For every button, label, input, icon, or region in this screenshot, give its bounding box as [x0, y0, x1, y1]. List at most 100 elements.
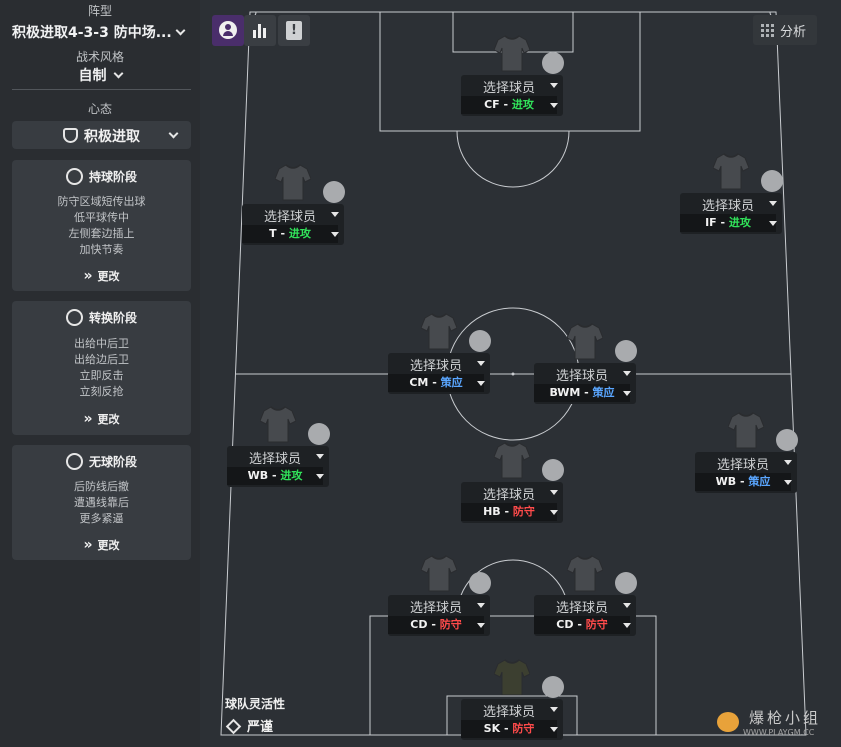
role-duty[interactable]: T - 进攻 — [242, 225, 338, 243]
dropdown-arrow-icon — [623, 603, 631, 608]
role-label: CD — [410, 618, 428, 631]
mentality-value: 积极进取 — [84, 129, 140, 145]
change-label: 更改 — [97, 270, 120, 283]
role-label: CM — [409, 376, 429, 389]
shirt-icon[interactable] — [493, 34, 531, 72]
divider — [12, 89, 191, 90]
select-player-label: 选择球员 — [701, 199, 754, 214]
shirt-icon[interactable] — [493, 658, 531, 696]
player-status-dot — [542, 676, 564, 698]
watermark: 爆枪小组 WWW.PLAYGM.CC — [711, 706, 835, 742]
select-player-label: 选择球员 — [263, 210, 316, 225]
player-selector[interactable]: 选择球员 CF - 进攻 — [461, 75, 563, 116]
duty-label: 进攻 — [288, 227, 311, 240]
player-selector[interactable]: 选择球员 CM - 策应 — [388, 353, 490, 394]
player-selector[interactable]: 选择球员 SK - 防守 — [461, 699, 563, 740]
dropdown-arrow-icon — [550, 707, 558, 712]
player-selector[interactable]: 选择球员 CD - 防守 — [388, 595, 490, 636]
role-duty[interactable]: WB - 进攻 — [227, 467, 323, 485]
role-duty[interactable]: CD - 防守 — [388, 616, 484, 634]
instruction-line: 后防线后撤 — [74, 480, 129, 493]
player-selector[interactable]: 选择球员 T - 进攻 — [242, 204, 344, 245]
instruction-line: 低平球传中 — [74, 211, 129, 224]
alert-icon: ! — [286, 21, 302, 40]
shirt-icon[interactable] — [420, 312, 458, 350]
team-fluidity: 球队灵活性 严谨 — [225, 695, 285, 735]
tactical-style-dropdown[interactable]: 自制 — [0, 65, 200, 85]
mentality-dropdown[interactable]: 积极进取 — [12, 121, 191, 149]
shield-icon — [63, 127, 78, 143]
role-duty[interactable]: CD - 防守 — [534, 616, 630, 634]
instruction-line: 左侧套边插上 — [68, 227, 135, 240]
dropdown-arrow-icon — [550, 490, 558, 495]
shirt-icon[interactable] — [420, 554, 458, 592]
player-status-dot — [542, 459, 564, 481]
dropdown-arrow-icon — [331, 212, 339, 217]
dropdown-arrow-icon — [769, 201, 777, 206]
player-selector[interactable]: 选择球员 WB - 策应 — [695, 452, 797, 493]
dropdown-arrow-icon — [477, 603, 485, 608]
instruction-line: 立刻反抢 — [79, 385, 124, 398]
dropdown-arrow-icon — [550, 103, 558, 108]
shirt-icon[interactable] — [566, 322, 604, 360]
player-selector[interactable]: 选择球员 WB - 进攻 — [227, 446, 329, 487]
player-status-dot — [469, 330, 491, 352]
role-label: CF — [484, 98, 500, 111]
transition-icon — [65, 309, 83, 326]
alert-view-button[interactable]: ! — [278, 15, 310, 46]
dropdown-arrow-icon — [550, 510, 558, 515]
chevron-down-icon[interactable] — [175, 25, 186, 36]
select-player-label: 选择球员 — [409, 601, 462, 616]
fluidity-label: 球队灵活性 — [225, 697, 286, 711]
player-selector[interactable]: 选择球员 CD - 防守 — [534, 595, 636, 636]
dropdown-arrow-icon — [784, 480, 792, 485]
role-duty[interactable]: HB - 防守 — [461, 503, 557, 521]
change-button[interactable]: » 更改 — [12, 537, 191, 553]
role-duty[interactable]: SK - 防守 — [461, 720, 557, 738]
role-duty[interactable]: CM - 策应 — [388, 374, 484, 392]
shirt-icon[interactable] — [712, 152, 750, 190]
player-status-dot — [776, 429, 798, 451]
shirt-icon[interactable] — [493, 441, 531, 479]
analysis-button[interactable]: 分析 — [753, 15, 817, 45]
select-player-label: 选择球员 — [409, 359, 462, 374]
analysis-label: 分析 — [780, 25, 807, 40]
watermark-url: WWW.PLAYGM.CC — [743, 728, 815, 737]
player-selector[interactable]: 选择球员 HB - 防守 — [461, 482, 563, 523]
change-button[interactable]: » 更改 — [12, 268, 191, 284]
role-duty[interactable]: CF - 进攻 — [461, 96, 557, 114]
double-chevron-icon: » — [83, 537, 93, 553]
select-player-label: 选择球员 — [555, 601, 608, 616]
change-button[interactable]: » 更改 — [12, 411, 191, 427]
select-player-label: 选择球员 — [716, 458, 769, 473]
grid-icon — [761, 24, 774, 37]
role-duty[interactable]: BWM - 策应 — [534, 384, 630, 402]
shirt-icon[interactable] — [274, 163, 312, 201]
tactical-style-value: 自制 — [78, 68, 107, 84]
dropdown-arrow-icon — [623, 623, 631, 628]
transition-card: 转换阶段 出给中后卫 出给边后卫 立即反击 立刻反抢 » 更改 — [12, 301, 191, 435]
role-label: SK — [483, 722, 501, 735]
tactical-style-label: 战术风格 — [75, 50, 124, 64]
player-view-button[interactable] — [212, 15, 244, 46]
dropdown-arrow-icon — [623, 391, 631, 396]
stats-view-button[interactable] — [244, 15, 276, 46]
formation-dropdown[interactable]: 积极进取4-3-3 防中场... — [12, 22, 172, 42]
role-label: HB — [483, 505, 501, 518]
shirt-icon[interactable] — [727, 411, 765, 449]
duty-label: 进攻 — [511, 98, 534, 111]
dropdown-arrow-icon — [331, 232, 339, 237]
mascot-logo — [717, 712, 739, 732]
duty-label: 防守 — [512, 722, 535, 735]
role-duty[interactable]: WB - 策应 — [695, 473, 791, 491]
player-selector[interactable]: 选择球员 IF - 进攻 — [680, 193, 782, 234]
instruction-line: 立即反击 — [79, 369, 124, 382]
role-label: BWM — [549, 386, 581, 399]
shirt-icon[interactable] — [259, 405, 297, 443]
double-chevron-icon: » — [83, 411, 93, 427]
duty-label: 策应 — [592, 386, 615, 399]
duty-label: 策应 — [748, 475, 771, 488]
role-duty[interactable]: IF - 进攻 — [680, 214, 776, 232]
shirt-icon[interactable] — [566, 554, 604, 592]
player-selector[interactable]: 选择球员 BWM - 策应 — [534, 363, 636, 404]
